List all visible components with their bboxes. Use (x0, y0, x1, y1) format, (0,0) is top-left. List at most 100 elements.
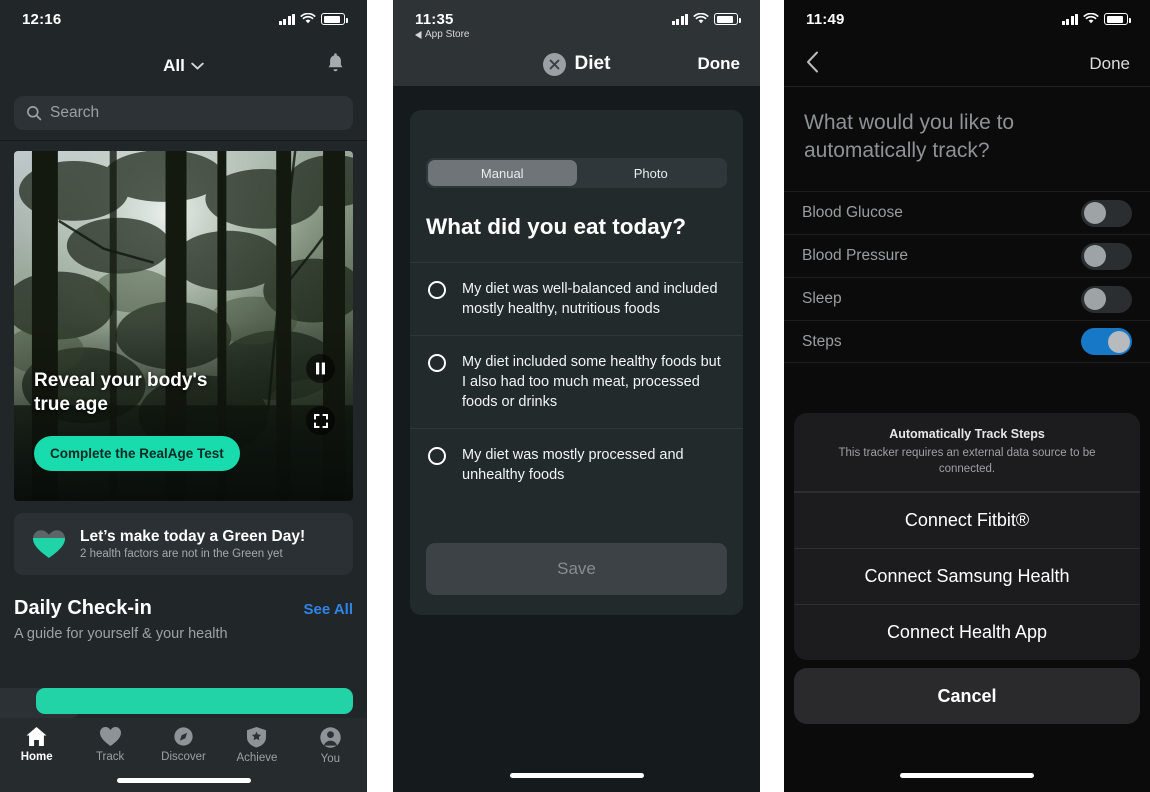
segment-manual[interactable]: Manual (428, 160, 577, 186)
tracker-row-sleep[interactable]: Sleep (784, 277, 1150, 320)
panel-separator-2 (760, 0, 784, 792)
save-button[interactable]: Save (426, 543, 727, 595)
phone-panel-home: 12:16 All Search Reveal your body's true… (0, 0, 367, 792)
autotrack-nav-bar: Done (784, 42, 1150, 86)
back-button[interactable] (806, 51, 819, 78)
filter-dropdown[interactable]: All (163, 56, 204, 76)
signal-icon (1061, 13, 1078, 25)
diet-option-2-label: My diet included some healthy foods but … (462, 354, 721, 410)
cancel-button[interactable]: Cancel (794, 668, 1140, 724)
diet-nav-bar: Diet Done (393, 42, 760, 86)
home-icon (26, 727, 47, 746)
connect-fitbit-button[interactable]: Connect Fitbit® (794, 492, 1140, 548)
tracker-label: Steps (802, 332, 842, 350)
hero-card[interactable]: Reveal your body's true age Complete the… (14, 151, 353, 501)
search-area: Search (0, 90, 367, 140)
tracker-row-steps[interactable]: Steps (784, 320, 1150, 364)
tab-track-label: Track (95, 751, 125, 763)
daily-checkin-section: Daily Check-in See All A guide for yours… (14, 597, 353, 642)
diet-card: Manual Photo What did you eat today? My … (410, 110, 743, 615)
action-sheet: Automatically Track Steps This tracker r… (794, 412, 1140, 724)
see-all-link[interactable]: See All (304, 601, 353, 618)
save-area: Save (410, 501, 743, 609)
action-sheet-group: Automatically Track Steps This tracker r… (794, 412, 1140, 660)
radio-icon[interactable] (428, 281, 446, 299)
green-day-text: Let’s make today a Green Day! 2 health f… (80, 528, 305, 560)
diet-body: Manual Photo What did you eat today? My … (393, 86, 760, 792)
compass-icon (174, 727, 193, 746)
status-bar: 12:16 (0, 0, 367, 42)
toggle-sleep[interactable] (1081, 285, 1132, 313)
tab-achieve-label: Achieve (236, 752, 278, 764)
phone-panel-diet: 11:35 App Store Diet Done Manual Photo W… (393, 0, 760, 792)
action-sheet-message: This tracker requires an external data s… (838, 446, 1096, 475)
fullscreen-button[interactable] (306, 406, 335, 435)
search-icon (27, 106, 42, 121)
wifi-icon (300, 13, 316, 24)
battery-icon (321, 13, 348, 25)
tab-achieve[interactable]: Achieve (220, 726, 293, 764)
heart-icon (33, 530, 65, 559)
shield-star-icon (247, 727, 267, 748)
green-day-card[interactable]: Let’s make today a Green Day! 2 health f… (14, 513, 353, 575)
back-triangle-icon (415, 30, 422, 39)
tracker-row-blood-glucose[interactable]: Blood Glucose (784, 191, 1150, 234)
toggle-steps[interactable] (1081, 328, 1132, 356)
battery-icon (714, 13, 741, 25)
segment-photo[interactable]: Photo (577, 160, 726, 186)
diet-question: What did you eat today? (426, 214, 687, 239)
signal-icon (671, 13, 688, 25)
home-indicator (509, 773, 644, 778)
tracker-row-blood-pressure[interactable]: Blood Pressure (784, 234, 1150, 277)
close-button[interactable] (542, 52, 566, 76)
tab-you[interactable]: You (294, 726, 367, 765)
bell-icon (328, 53, 343, 72)
tab-track[interactable]: Track (73, 726, 146, 763)
diet-option-2[interactable]: My diet included some healthy foods but … (410, 335, 743, 428)
radio-icon[interactable] (428, 354, 446, 372)
person-icon (320, 727, 341, 748)
done-button[interactable]: Done (1089, 54, 1130, 74)
tab-you-label: You (320, 753, 341, 765)
status-bar: 11:35 App Store (393, 0, 760, 42)
battery-icon (1104, 13, 1131, 25)
wifi-icon (1083, 13, 1099, 24)
fullscreen-icon (313, 413, 328, 428)
carousel-card-front[interactable] (36, 688, 353, 714)
done-button[interactable]: Done (698, 54, 741, 74)
checkin-card-carousel[interactable] (0, 688, 367, 718)
tab-discover[interactable]: Discover (147, 726, 220, 763)
back-to-app[interactable]: App Store (415, 29, 469, 40)
panel-separator-1 (367, 0, 393, 792)
search-input[interactable]: Search (14, 96, 353, 130)
home-indicator (900, 773, 1034, 778)
green-day-subtitle: 2 health factors are not in the Green ye… (80, 548, 283, 560)
connect-samsung-health-button[interactable]: Connect Samsung Health (794, 548, 1140, 604)
status-time: 11:35 (415, 11, 454, 28)
diet-option-1[interactable]: My diet was well-balanced and included m… (410, 262, 743, 335)
radio-icon[interactable] (428, 447, 446, 465)
notifications-button[interactable] (326, 53, 345, 79)
tracker-label: Sleep (802, 290, 842, 308)
toggle-blood-pressure[interactable] (1081, 242, 1132, 270)
tracker-list: Blood Glucose Blood Pressure Sleep Steps (784, 191, 1150, 364)
connect-health-app-button[interactable]: Connect Health App (794, 604, 1140, 660)
nav-title: Diet (574, 53, 611, 74)
entry-mode-segmented-control[interactable]: Manual Photo (426, 158, 727, 188)
hero-title: Reveal your body's true age (34, 369, 207, 417)
toggle-blood-glucose[interactable] (1081, 199, 1132, 227)
action-sheet-title: Automatically Track Steps (889, 426, 1045, 441)
wifi-icon (693, 13, 709, 24)
tab-discover-label: Discover (161, 751, 206, 763)
back-to-app-label: App Store (425, 29, 470, 40)
header-divider (0, 140, 367, 141)
tab-home[interactable]: Home (0, 726, 73, 763)
status-time: 11:49 (806, 11, 845, 28)
pause-button[interactable] (306, 354, 335, 383)
home-indicator (116, 778, 251, 783)
tracker-label: Blood Glucose (802, 204, 903, 222)
realage-test-button[interactable]: Complete the RealAge Test (34, 436, 240, 471)
autotrack-question: What would you like to automatically tra… (804, 111, 1015, 163)
diet-option-3[interactable]: My diet was mostly processed and unhealt… (410, 428, 743, 501)
home-header: All (0, 42, 367, 90)
